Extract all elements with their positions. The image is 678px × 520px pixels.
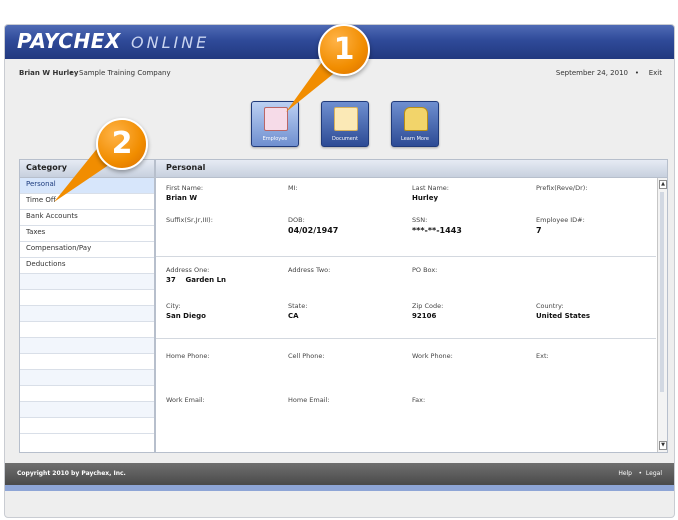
app-frame: PAYCHEX ONLINE Brian W Hurley • Sample T… — [4, 24, 675, 518]
category-empty-row — [20, 370, 154, 386]
prefix-label: Prefix(Reve/Dr): — [536, 184, 588, 192]
work-phone-label: Work Phone: — [412, 352, 453, 360]
first-name-value: Brian W — [166, 194, 198, 202]
document-icon — [334, 107, 358, 131]
mi-label: MI: — [288, 184, 298, 192]
category-empty-row — [20, 290, 154, 306]
category-empty-row — [20, 274, 154, 290]
employee-id-value: 7 — [536, 226, 542, 235]
footer-accent-strip — [5, 485, 674, 491]
home-phone-label: Home Phone: — [166, 352, 210, 360]
category-item-time-off[interactable]: Time Off — [20, 194, 154, 210]
copyright-text: Copyright 2010 by Paychex, Inc. — [17, 470, 126, 477]
footer-bar: Copyright 2010 by Paychex, Inc. Help • L… — [5, 463, 674, 485]
ssn-label: SSN: — [412, 216, 428, 224]
fax-label: Fax: — [412, 396, 426, 404]
name-section: First Name: Brian W MI: Last Name: Hurle… — [156, 178, 656, 257]
category-empty-row — [20, 418, 154, 434]
callout-one-badge: 1 — [318, 24, 370, 76]
separator-dot: • — [634, 69, 639, 77]
state-label: State: — [288, 302, 308, 310]
ssn-value: ***-**-1443 — [412, 226, 462, 235]
scroll-up-icon[interactable]: ▲ — [659, 180, 667, 189]
category-empty-row — [20, 402, 154, 418]
dob-value: 04/02/1947 — [288, 226, 339, 235]
po-box-label: PO Box: — [412, 266, 438, 274]
employee-id-label: Employee ID#: — [536, 216, 585, 224]
address-two-label: Address Two: — [288, 266, 331, 274]
home-email-label: Home Email: — [288, 396, 330, 404]
category-empty-row — [20, 322, 154, 338]
separator-dot: • — [69, 69, 74, 77]
cell-phone-label: Cell Phone: — [288, 352, 325, 360]
category-empty-row — [20, 338, 154, 354]
help-link[interactable]: Help — [618, 470, 632, 477]
work-email-label: Work Email: — [166, 396, 205, 404]
state-value: CA — [288, 312, 299, 320]
legal-link[interactable]: Legal — [646, 470, 662, 477]
city-label: City: — [166, 302, 181, 310]
learn-more-button-label: Learn More — [401, 136, 429, 142]
dob-label: DOB: — [288, 216, 305, 224]
category-panel: Category Personal Time Off Bank Accounts… — [19, 159, 155, 453]
document-button[interactable]: Document — [321, 101, 369, 147]
contact-section: Home Phone: Cell Phone: Work Phone: Ext:… — [156, 338, 656, 438]
scroll-thumb[interactable] — [660, 192, 664, 392]
category-empty-row — [20, 354, 154, 370]
category-item-compensation-pay[interactable]: Compensation/Pay — [20, 242, 154, 258]
callout-two-badge: 2 — [96, 118, 148, 170]
country-value: United States — [536, 312, 590, 320]
city-value: San Diego — [166, 312, 206, 320]
ext-label: Ext: — [536, 352, 549, 360]
employee-button[interactable]: Employee — [251, 101, 299, 147]
category-empty-row — [20, 306, 154, 322]
panel-title: Personal — [156, 160, 667, 178]
document-button-label: Document — [332, 136, 358, 142]
personal-panel: Personal First Name: Brian W MI: Last Na… — [155, 159, 668, 453]
exit-link[interactable]: Exit — [649, 69, 662, 77]
address-section: Address One: 37 Garden Ln Address Two: P… — [156, 256, 656, 339]
employee-icon — [264, 107, 288, 131]
learn-more-button[interactable]: Learn More — [391, 101, 439, 147]
country-label: Country: — [536, 302, 564, 310]
book-icon — [404, 107, 428, 131]
first-name-label: First Name: — [166, 184, 204, 192]
category-item-taxes[interactable]: Taxes — [20, 226, 154, 242]
scroll-down-icon[interactable]: ▼ — [659, 441, 667, 450]
last-name-value: Hurley — [412, 194, 439, 202]
last-name-label: Last Name: — [412, 184, 449, 192]
category-item-personal[interactable]: Personal — [20, 178, 154, 194]
current-date: September 24, 2010 — [555, 69, 628, 77]
zip-label: Zip Code: — [412, 302, 444, 310]
zip-value: 92106 — [412, 312, 437, 320]
address-one-value: 37 Garden Ln — [166, 276, 227, 284]
company-name: Sample Training Company — [79, 69, 171, 77]
suffix-label: Suffix(Sr,Jr,III): — [166, 216, 213, 224]
category-item-bank-accounts[interactable]: Bank Accounts — [20, 210, 154, 226]
vertical-scrollbar[interactable]: ▲ ▼ — [657, 178, 667, 452]
category-empty-row — [20, 386, 154, 402]
separator-dot: • — [638, 470, 642, 477]
category-item-deductions[interactable]: Deductions — [20, 258, 154, 274]
logo-suffix: ONLINE — [131, 33, 210, 52]
employee-button-label: Employee — [262, 136, 288, 142]
logo: PAYCHEX — [17, 29, 121, 53]
address-one-label: Address One: — [166, 266, 210, 274]
